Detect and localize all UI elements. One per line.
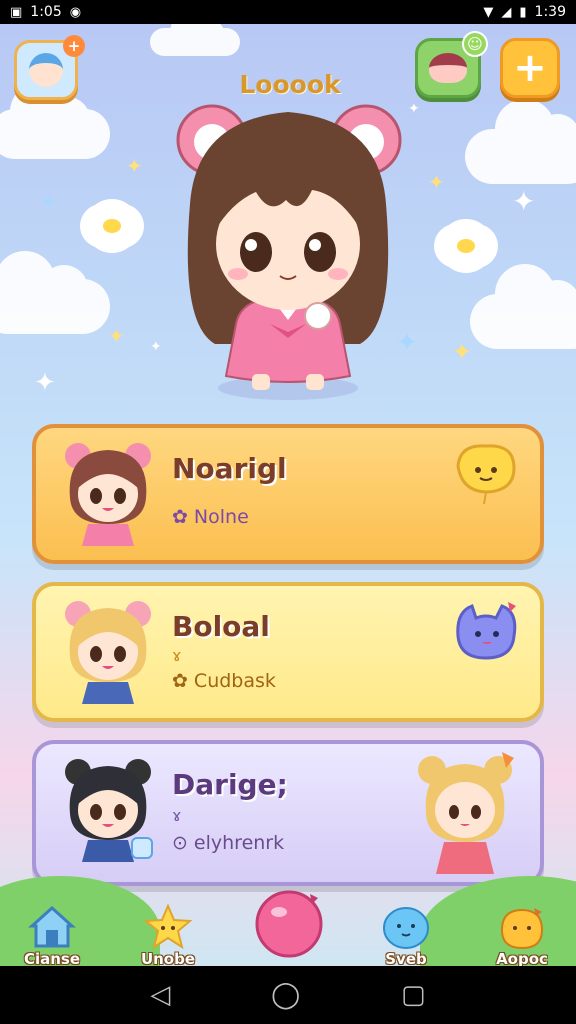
sync-icon: ◉ xyxy=(69,4,82,20)
character-card-1[interactable]: Noarigl ✿ Nolne xyxy=(32,424,544,564)
cloud xyxy=(0,84,110,159)
nav-label: Unobe xyxy=(140,950,196,966)
sparkle-icon: ✦ xyxy=(512,185,536,218)
character-tag-label: Cudbask xyxy=(193,670,276,692)
character-face-icon xyxy=(429,53,467,83)
nav-label: Aopoc xyxy=(496,950,548,966)
yellow-balloon-pet-icon xyxy=(456,444,516,505)
blonde-girl-pet-icon xyxy=(418,752,514,874)
cloud xyxy=(150,24,240,56)
nav-home[interactable]: Cianse xyxy=(12,904,92,966)
character-tag: ✿ Nolne xyxy=(172,506,249,528)
character-name: Darige; xyxy=(172,768,288,801)
balloon-icon[interactable] xyxy=(254,888,324,958)
status-time-right: 1:39 xyxy=(534,4,566,20)
sparkle-icon: ✦ xyxy=(150,339,162,355)
home-circle-icon[interactable]: ◯ xyxy=(271,982,300,1008)
character-tag: ⊙ elyhrenrk xyxy=(172,832,284,854)
sparkle-icon: ✦ xyxy=(428,170,445,194)
sparkle-icon: ✦ xyxy=(40,190,57,214)
star-icon xyxy=(143,903,193,950)
system-nav-bar: ◁ ◯ ▢ xyxy=(0,966,576,1024)
sub-icon: ɤ xyxy=(172,646,182,665)
character-name: Noarigl xyxy=(172,452,287,485)
cloud xyxy=(470,264,576,349)
avatar xyxy=(29,53,63,87)
sparkle-icon: ✦ xyxy=(126,154,143,178)
signal-icon: ◢ xyxy=(501,4,512,20)
status-time-left: 1:05 xyxy=(30,4,62,20)
notification-icon: ▣ xyxy=(10,4,23,20)
nav-extras[interactable]: Aopoc xyxy=(482,904,562,966)
nav-favorites[interactable]: Unobe xyxy=(128,903,208,966)
sparkle-icon: ✦ xyxy=(108,324,125,348)
blue-pet-icon xyxy=(383,907,429,949)
add-button[interactable]: + xyxy=(500,38,560,98)
flower-tag-icon: ✿ xyxy=(172,670,188,692)
plus-badge-icon: + xyxy=(63,35,85,57)
yellow-pet-icon xyxy=(500,908,544,950)
character-shop-button[interactable]: ☺ xyxy=(415,31,488,98)
character-tag: ✿ Cudbask xyxy=(172,670,276,692)
page-title: Looook xyxy=(239,70,341,99)
circle-tag-icon: ⊙ xyxy=(172,832,188,854)
bottom-nav: Cianse Unobe Sveb Aopoc xyxy=(0,890,576,966)
character-tag-label: elyhrenrk xyxy=(193,832,285,854)
status-bar: ▣ 1:05 ◉ ▼ ◢ ▮ 1:39 xyxy=(0,0,576,24)
home-icon xyxy=(28,905,76,948)
sparkle-icon: ✦ xyxy=(34,368,56,398)
recents-icon[interactable]: ▢ xyxy=(401,982,426,1008)
character-portrait-icon xyxy=(65,443,151,546)
profile-avatar-button[interactable]: + xyxy=(14,35,85,100)
battery-icon: ▮ xyxy=(519,4,527,20)
game-screen: ✦ ✦ ✦ ✦ ✦ ✦ ✦ ✦ ✦ ✦ + Looook ☺ + Noarigl… xyxy=(0,24,576,966)
flower-icon xyxy=(442,222,490,270)
back-icon[interactable]: ◁ xyxy=(150,982,170,1008)
sparkle-icon: ✦ xyxy=(408,101,420,117)
cloud xyxy=(0,251,110,334)
flower-icon xyxy=(88,202,136,250)
nav-label: Sveb xyxy=(385,950,427,966)
cloud xyxy=(465,99,576,184)
sparkle-icon: ✦ xyxy=(452,338,473,366)
sub-icon: ɤ xyxy=(172,806,182,825)
character-portrait-icon xyxy=(65,601,151,704)
character-card-2[interactable]: Boloal ɤ ✿ Cudbask xyxy=(32,582,544,722)
flower-tag-icon: ✿ xyxy=(172,506,188,528)
nav-pets[interactable]: Sveb xyxy=(366,904,446,966)
nav-label: Cianse xyxy=(23,950,81,966)
character-tag-label: Nolne xyxy=(193,506,249,528)
sparkle-icon: ✦ xyxy=(396,328,418,358)
smile-badge-icon: ☺ xyxy=(462,31,488,57)
character-name: Boloal xyxy=(172,610,270,643)
blue-cat-pet-icon xyxy=(456,602,517,660)
wifi-icon: ▼ xyxy=(483,4,494,20)
character-portrait-icon xyxy=(65,759,153,862)
character-card-3[interactable]: Darige; ɤ ⊙ elyhrenrk xyxy=(32,740,544,886)
